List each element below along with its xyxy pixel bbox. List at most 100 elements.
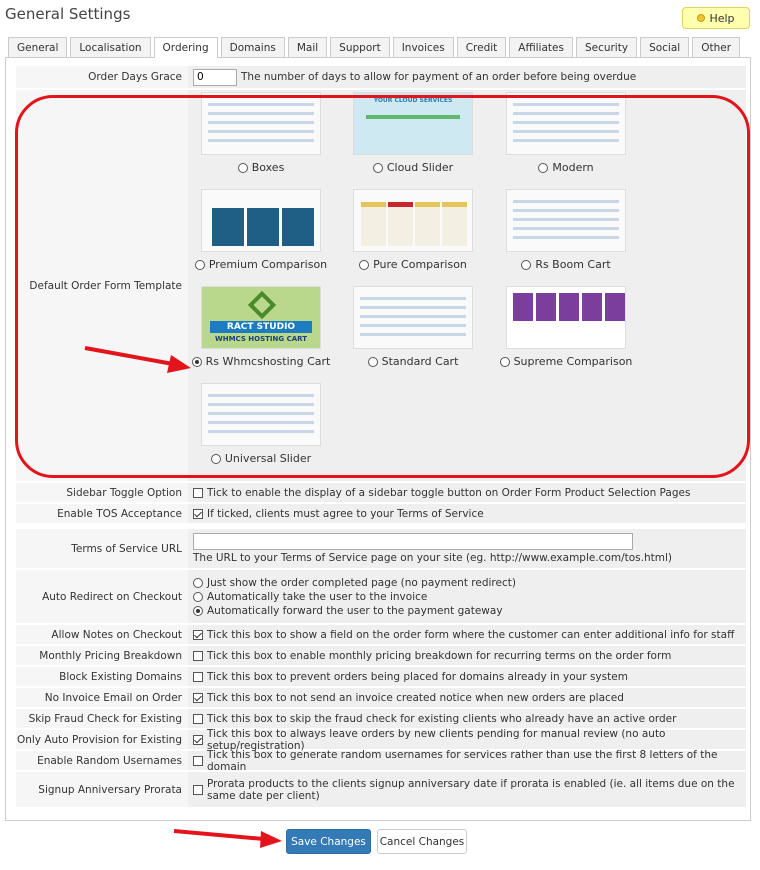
setting-checkbox[interactable] bbox=[193, 692, 203, 703]
thumbnail-line bbox=[208, 130, 314, 133]
tab-localisation[interactable]: Localisation bbox=[70, 37, 151, 57]
template-radio[interactable] bbox=[191, 356, 202, 367]
template-radio[interactable] bbox=[521, 259, 532, 270]
template-option-label: Standard Cart bbox=[381, 355, 459, 368]
template-option-pure-comparison[interactable]: Pure Comparison bbox=[343, 189, 483, 271]
ract-studio-logo: RACT STUDIO bbox=[210, 321, 312, 333]
redirect-option-label: Automatically take the user to the invoi… bbox=[207, 590, 428, 603]
tab-support[interactable]: Support bbox=[330, 37, 390, 57]
setting-checkbox[interactable] bbox=[193, 713, 203, 724]
template-radio[interactable] bbox=[367, 356, 378, 367]
template-option-modern[interactable]: Modern bbox=[496, 92, 636, 174]
thumbnail-line bbox=[513, 103, 619, 106]
template-radio[interactable] bbox=[237, 162, 248, 173]
pricing-column bbox=[442, 202, 467, 246]
save-changes-button[interactable]: Save Changes bbox=[286, 829, 371, 854]
thumbnail-line bbox=[513, 121, 619, 124]
setting-row-sidebar-toggle-option: Sidebar Toggle Option Tick to enable the … bbox=[16, 483, 746, 503]
pricing-column bbox=[247, 208, 279, 246]
redirect-radio[interactable] bbox=[193, 591, 203, 602]
template-option-standard-cart[interactable]: Standard Cart bbox=[343, 286, 483, 368]
template-option-label: Premium Comparison bbox=[208, 258, 328, 271]
setting-description: Tick this box to skip the fraud check fo… bbox=[207, 712, 677, 725]
template-thumbnail bbox=[506, 189, 626, 252]
setting-checkbox[interactable] bbox=[193, 671, 203, 682]
redirect-option[interactable]: Automatically forward the user to the pa… bbox=[193, 605, 503, 617]
setting-checkbox[interactable] bbox=[193, 650, 203, 661]
template-radio[interactable] bbox=[538, 162, 549, 173]
tos-url-input[interactable] bbox=[193, 533, 633, 550]
template-option-universal-slider[interactable]: Universal Slider bbox=[191, 383, 331, 465]
template-option-premium-comparison[interactable]: Premium Comparison bbox=[191, 189, 331, 271]
pricing-column bbox=[536, 293, 556, 321]
tab-invoices[interactable]: Invoices bbox=[392, 37, 454, 57]
setting-checkbox[interactable] bbox=[193, 755, 203, 766]
tab-credit[interactable]: Credit bbox=[456, 37, 507, 57]
pricing-column bbox=[605, 293, 625, 321]
redirect-option[interactable]: Just show the order completed page (no p… bbox=[193, 577, 516, 589]
setting-checkbox[interactable] bbox=[193, 629, 203, 640]
template-radio[interactable] bbox=[359, 259, 370, 270]
setting-label: Monthly Pricing Breakdown bbox=[16, 646, 188, 665]
tab-ordering[interactable]: Ordering bbox=[153, 37, 218, 58]
pricing-column bbox=[361, 202, 386, 246]
template-option-label: Rs Boom Cart bbox=[535, 258, 611, 271]
auto-redirect-label: Auto Redirect on Checkout bbox=[16, 570, 188, 623]
thumbnail-line bbox=[208, 103, 314, 106]
tab-other[interactable]: Other bbox=[692, 37, 741, 57]
setting-checkbox[interactable] bbox=[193, 734, 203, 745]
pricing-column bbox=[388, 202, 413, 246]
thumbnail-line bbox=[208, 412, 314, 415]
tab-general[interactable]: General bbox=[8, 37, 68, 57]
template-option-rs-whmcshosting-cart[interactable]: RACT STUDIO WHMCS HOSTING CART Rs Whmcshos… bbox=[191, 286, 331, 368]
setting-label: Enable TOS Acceptance bbox=[16, 504, 188, 523]
setting-row-block-existing-domains: Block Existing Domains Tick this box to p… bbox=[16, 667, 746, 687]
pricing-column bbox=[282, 208, 314, 246]
template-radio[interactable] bbox=[194, 259, 205, 270]
cancel-changes-button[interactable]: Cancel Changes bbox=[377, 829, 467, 854]
help-button[interactable]: Help bbox=[682, 7, 750, 29]
thumbnail-line bbox=[513, 209, 619, 212]
setting-description: Tick this box to prevent orders being pl… bbox=[207, 670, 628, 683]
setting-checkbox[interactable] bbox=[193, 784, 203, 795]
setting-checkbox[interactable] bbox=[193, 508, 203, 519]
template-radio[interactable] bbox=[499, 356, 510, 367]
thumbnail-line bbox=[208, 421, 314, 424]
thumbnail-line bbox=[208, 394, 314, 397]
redirect-radio[interactable] bbox=[193, 605, 203, 616]
redirect-option[interactable]: Automatically take the user to the invoi… bbox=[193, 591, 427, 603]
pricing-column bbox=[415, 202, 440, 246]
template-option-rs-boom-cart[interactable]: Rs Boom Cart bbox=[496, 189, 636, 271]
thumbnail-line bbox=[208, 139, 314, 142]
tab-social[interactable]: Social bbox=[640, 37, 690, 57]
template-option-boxes[interactable]: Boxes bbox=[191, 92, 331, 174]
order-days-grace-label: Order Days Grace bbox=[16, 66, 188, 88]
thumbnail-line bbox=[513, 227, 619, 230]
tab-affiliates[interactable]: Affiliates bbox=[509, 37, 573, 57]
thumbnail-line bbox=[208, 430, 314, 433]
template-option-supreme-comparison[interactable]: Supreme Comparison bbox=[496, 286, 636, 368]
template-option-label: Boxes bbox=[251, 161, 285, 174]
template-radio[interactable] bbox=[372, 162, 383, 173]
redirect-radio[interactable] bbox=[193, 577, 203, 588]
tab-mail[interactable]: Mail bbox=[287, 37, 328, 57]
help-label: Help bbox=[709, 11, 735, 25]
setting-checkbox[interactable] bbox=[193, 487, 203, 498]
template-radio[interactable] bbox=[210, 453, 221, 464]
template-option-label: Cloud Slider bbox=[386, 161, 454, 174]
tab-domains[interactable]: Domains bbox=[220, 37, 285, 57]
template-option-label: Rs Whmcshosting Cart bbox=[205, 355, 331, 368]
order-days-grace-input[interactable] bbox=[193, 68, 237, 86]
template-option-cloud-slider[interactable]: YOUR CLOUD SERVICES Cloud Slider bbox=[343, 92, 483, 174]
thumbnail-line bbox=[513, 112, 619, 115]
setting-description: Prorata products to the clients signup a… bbox=[207, 777, 735, 802]
thumbnail-line bbox=[513, 139, 619, 142]
setting-row-allow-notes-on-checkout: Allow Notes on Checkout Tick this box to … bbox=[16, 625, 746, 645]
template-option-label: Universal Slider bbox=[224, 452, 312, 465]
template-thumbnail bbox=[506, 92, 626, 155]
tab-security[interactable]: Security bbox=[575, 37, 638, 57]
thumbnail-line bbox=[360, 324, 466, 327]
setting-label: Only Auto Provision for Existing bbox=[16, 730, 188, 749]
setting-row-enable-random-usernames: Enable Random Usernames Tick this box to … bbox=[16, 749, 746, 773]
setting-label: Block Existing Domains bbox=[16, 667, 188, 686]
